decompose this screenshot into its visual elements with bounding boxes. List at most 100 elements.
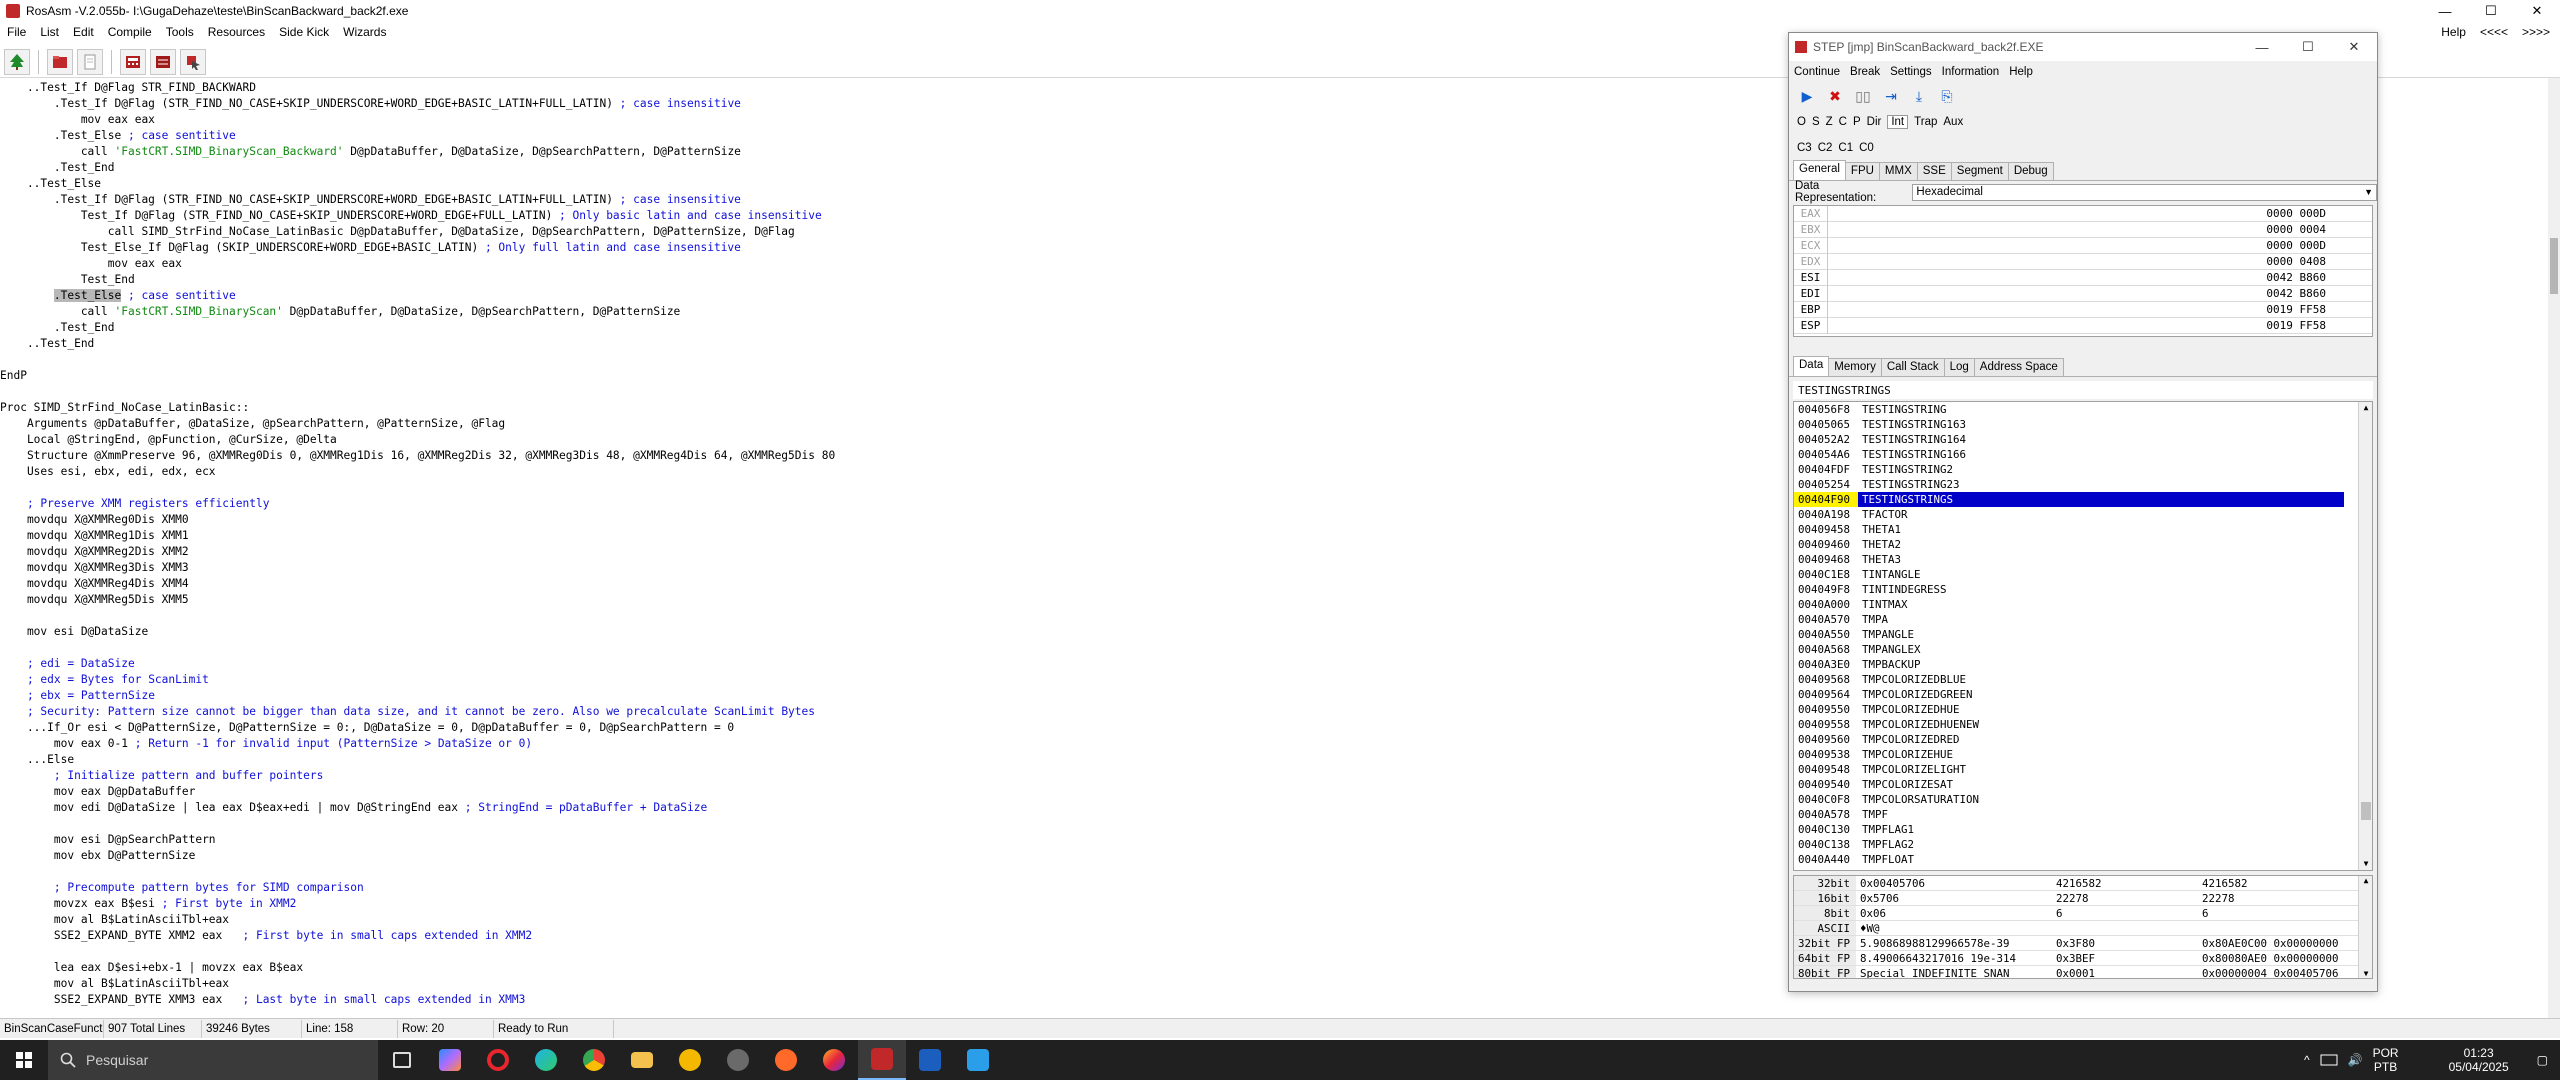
- symbol-row[interactable]: 0040A198 TFACTOR: [1794, 507, 2372, 522]
- symbol-row[interactable]: 00409564 TMPCOLORIZEDGREEN: [1794, 687, 2372, 702]
- symbol-row[interactable]: 00409460 THETA2: [1794, 537, 2372, 552]
- symbol-row[interactable]: 004049F8 TINTINDEGRESS: [1794, 582, 2372, 597]
- flag-carry[interactable]: C: [1839, 116, 1853, 128]
- register-row[interactable]: EBX 0000 0004: [1794, 221, 2372, 238]
- code-line[interactable]: EndP: [0, 368, 27, 384]
- app-icon[interactable]: [666, 1040, 714, 1080]
- code-line[interactable]: ..Test_If D@Flag STR_FIND_BACKWARD: [0, 80, 256, 96]
- stop-icon[interactable]: ✖: [1825, 86, 1845, 106]
- flag-zero[interactable]: Z: [1826, 116, 1839, 128]
- debugger-menu-help[interactable]: Help: [2004, 66, 2038, 78]
- flag-parity[interactable]: P: [1853, 116, 1867, 128]
- code-line[interactable]: ...Else: [0, 752, 74, 768]
- code-line[interactable]: mov eax D@pDataBuffer: [0, 784, 195, 800]
- app-icon[interactable]: [762, 1040, 810, 1080]
- code-line[interactable]: .Test_Else ; case sentitive: [0, 288, 236, 304]
- app-icon[interactable]: [714, 1040, 762, 1080]
- code-line[interactable]: movzx eax B$esi ; First byte in XMM2: [0, 896, 297, 912]
- code-line[interactable]: movdqu X@XMMReg5Dis XMM5: [0, 592, 189, 608]
- code-line[interactable]: call 'FastCRT.SIMD_BinaryScan' D@pDataBu…: [0, 304, 681, 320]
- open-folder-icon[interactable]: [47, 48, 73, 75]
- clock[interactable]: 01:23 05/04/2025: [2449, 1046, 2509, 1074]
- symbol-list-scrollbar[interactable]: ▲ ▼: [2358, 402, 2372, 870]
- tab-call-stack[interactable]: Call Stack: [1880, 358, 1945, 376]
- flag-direction[interactable]: Dir: [1867, 116, 1888, 128]
- menu-list[interactable]: List: [33, 25, 66, 39]
- debugger-close-button[interactable]: ✕: [2331, 33, 2377, 61]
- step-into-icon[interactable]: ⤓: [1909, 86, 1929, 106]
- symbol-row[interactable]: 0040C0F8 TMPCOLORSATURATION: [1794, 792, 2372, 807]
- scrollbar-thumb[interactable]: [2361, 802, 2371, 820]
- network-icon[interactable]: [2320, 1053, 2338, 1067]
- task-view-icon[interactable]: [378, 1040, 426, 1080]
- code-line[interactable]: lea eax D$esi+ebx-1 | movzx eax B$eax: [0, 960, 303, 976]
- minimize-button[interactable]: —: [2422, 0, 2468, 22]
- symbol-row[interactable]: 00409558 TMPCOLORIZEDHUENEW: [1794, 717, 2372, 732]
- symbol-row[interactable]: 00409468 THETA3: [1794, 552, 2372, 567]
- tab-mmx[interactable]: MMX: [1878, 162, 1918, 180]
- scroll-up-icon[interactable]: ▲: [2359, 402, 2372, 414]
- symbol-row[interactable]: 00405254 TESTINGSTRING23: [1794, 477, 2372, 492]
- code-line[interactable]: call SIMD_StrFind_NoCase_LatinBasic D@pD…: [0, 224, 795, 240]
- step-out-icon[interactable]: ⎘: [1937, 86, 1957, 106]
- scrollbar-thumb[interactable]: [2550, 238, 2558, 294]
- debugger-minimize-button[interactable]: —: [2239, 33, 2285, 61]
- symbol-row[interactable]: 00405065 TESTINGSTRING163: [1794, 417, 2372, 432]
- show-hidden-icon[interactable]: ^: [2304, 1053, 2310, 1067]
- flag-interrupt[interactable]: Int: [1887, 115, 1909, 129]
- code-line[interactable]: Local @StringEnd, @pFunction, @CurSize, …: [0, 432, 337, 448]
- language-indicator[interactable]: POR PTB: [2373, 1046, 2399, 1074]
- code-line[interactable]: mov al B$LatinAsciiTbl+eax: [0, 976, 229, 992]
- code-line[interactable]: mov ebx D@PatternSize: [0, 848, 195, 864]
- code-line[interactable]: ; Preserve XMM registers efficiently: [0, 496, 269, 512]
- symbol-search-input[interactable]: TESTINGSTRINGS: [1793, 381, 2373, 399]
- symbol-row[interactable]: 00404FDF TESTINGSTRING2: [1794, 462, 2372, 477]
- menu-file[interactable]: File: [0, 25, 33, 39]
- code-line[interactable]: SSE2_EXPAND_BYTE XMM2 eax ; First byte i…: [0, 928, 532, 944]
- code-line[interactable]: mov esi D@pSearchPattern: [0, 832, 216, 848]
- symbol-row[interactable]: 00409560 TMPCOLORIZEDRED: [1794, 732, 2372, 747]
- flag-c2[interactable]: C2: [1818, 142, 1839, 154]
- flag-sign[interactable]: S: [1812, 116, 1826, 128]
- debugger-menu-information[interactable]: Information: [1937, 66, 2005, 78]
- nav-forward-button[interactable]: >>>>: [2522, 25, 2550, 39]
- code-line[interactable]: Arguments @pDataBuffer, @DataSize, @pSea…: [0, 416, 505, 432]
- tab-log[interactable]: Log: [1943, 358, 1975, 376]
- code-line[interactable]: ; edx = Bytes for ScanLimit: [0, 672, 209, 688]
- flag-aux[interactable]: Aux: [1943, 116, 1969, 128]
- tab-fpu[interactable]: FPU: [1844, 162, 1880, 180]
- symbol-row[interactable]: 0040C130 TMPFLAG1: [1794, 822, 2372, 837]
- symbol-row[interactable]: 0040A440 TMPFLOAT: [1794, 852, 2372, 867]
- editor-scrollbar[interactable]: [2548, 78, 2560, 1018]
- chrome-icon[interactable]: [570, 1040, 618, 1080]
- scroll-down-icon[interactable]: ▼: [2359, 858, 2372, 870]
- scroll-up-icon[interactable]: ▲: [2359, 876, 2372, 885]
- register-row[interactable]: ESI 0042 B860: [1794, 269, 2372, 286]
- symbol-row[interactable]: 0040C138 TMPFLAG2: [1794, 837, 2372, 852]
- file-explorer-icon[interactable]: [618, 1040, 666, 1080]
- menu-edit[interactable]: Edit: [66, 25, 101, 39]
- debugger-menu-continue[interactable]: Continue: [1789, 66, 1845, 78]
- code-line[interactable]: SSE2_EXPAND_BYTE XMM3 eax ; Last byte in…: [0, 992, 526, 1008]
- paint-icon[interactable]: [954, 1040, 1002, 1080]
- code-line[interactable]: mov esi D@DataSize: [0, 624, 148, 640]
- tree-icon[interactable]: [4, 48, 30, 75]
- close-button[interactable]: ✕: [2514, 0, 2560, 22]
- tab-general[interactable]: General: [1793, 160, 1846, 180]
- code-line[interactable]: Structure @XmmPreserve 96, @XMMReg0Dis 0…: [0, 448, 835, 464]
- code-line[interactable]: movdqu X@XMMReg4Dis XMM4: [0, 576, 189, 592]
- code-line[interactable]: Test_If D@Flag (STR_FIND_NO_CASE+SKIP_UN…: [0, 208, 822, 224]
- code-line[interactable]: movdqu X@XMMReg1Dis XMM1: [0, 528, 189, 544]
- menu-help[interactable]: Help: [2441, 25, 2466, 39]
- hex-editor-icon[interactable]: [150, 48, 176, 75]
- calculator-icon[interactable]: [120, 48, 146, 75]
- symbol-row[interactable]: 00409540 TMPCOLORIZESAT: [1794, 777, 2372, 792]
- menu-wizards[interactable]: Wizards: [336, 25, 393, 39]
- word-icon[interactable]: [906, 1040, 954, 1080]
- menu-compile[interactable]: Compile: [101, 25, 159, 39]
- tab-memory[interactable]: Memory: [1828, 358, 1882, 376]
- menu-side-kick[interactable]: Side Kick: [272, 25, 336, 39]
- code-line[interactable]: ; ebx = PatternSize: [0, 688, 155, 704]
- opera-icon[interactable]: [474, 1040, 522, 1080]
- code-line[interactable]: .Test_End: [0, 320, 115, 336]
